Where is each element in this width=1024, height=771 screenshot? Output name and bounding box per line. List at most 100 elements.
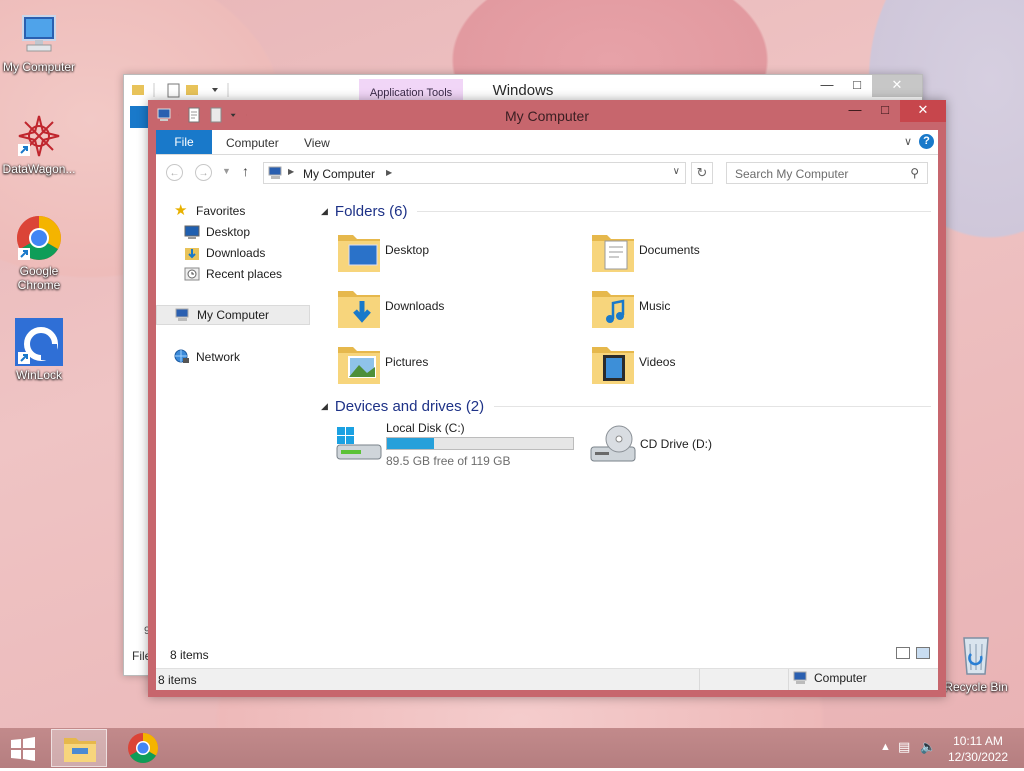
folder-videos[interactable]: Videos bbox=[589, 339, 829, 391]
folder-label: Pictures bbox=[385, 355, 429, 369]
content-pane: ◢ Folders (6) Desktop Documents Download… bbox=[321, 191, 933, 641]
file-explorer-icon bbox=[64, 738, 96, 762]
start-button[interactable] bbox=[8, 736, 38, 762]
nav-label: Recent places bbox=[206, 267, 283, 281]
group-title: Devices and drives (2) bbox=[334, 397, 485, 415]
back-button[interactable]: ← bbox=[166, 164, 183, 181]
address-dropdown-icon[interactable]: ∨ bbox=[673, 166, 680, 177]
forward-button[interactable]: → bbox=[195, 164, 212, 181]
clock[interactable]: 10:11 AM 12/30/2022 bbox=[948, 733, 1008, 765]
desktop-icon-label: WinLock bbox=[15, 368, 62, 382]
folders-group-header[interactable]: ◢ Folders (6) bbox=[321, 201, 931, 221]
tab-computer[interactable]: Computer bbox=[226, 130, 279, 154]
minimize-button[interactable]: — bbox=[812, 75, 842, 97]
desktop-icon-label: My Computer bbox=[2, 60, 76, 74]
close-button[interactable]: ✕ bbox=[872, 75, 922, 97]
nav-network[interactable]: Network bbox=[174, 347, 240, 367]
breadcrumb-arrow-icon[interactable]: ▶ bbox=[386, 168, 392, 177]
drives-group-header[interactable]: ◢ Devices and drives (2) bbox=[321, 396, 931, 416]
star-icon: ★ bbox=[174, 202, 188, 219]
breadcrumb-my-computer[interactable]: My Computer bbox=[303, 167, 375, 181]
drive-local-disk-c[interactable]: Local Disk (C:) 89.5 GB free of 119 GB bbox=[335, 421, 595, 471]
nav-desktop[interactable]: Desktop bbox=[184, 222, 250, 242]
minimize-button[interactable]: — bbox=[840, 100, 870, 122]
nav-label: Downloads bbox=[206, 246, 266, 260]
maximize-button[interactable]: □ bbox=[870, 100, 900, 122]
desktop-icon-my-computer[interactable]: My Computer bbox=[0, 10, 78, 74]
address-bar[interactable]: ▶ My Computer ▶ ∨ bbox=[263, 162, 686, 184]
expand-ribbon-icon[interactable]: ∨ bbox=[904, 135, 912, 148]
folder-documents[interactable]: Documents bbox=[589, 227, 829, 279]
collapse-icon[interactable]: ◢ bbox=[321, 206, 328, 217]
nav-recent-places[interactable]: Recent places bbox=[184, 264, 282, 284]
nav-downloads[interactable]: Downloads bbox=[184, 243, 265, 263]
taskbar-file-explorer[interactable] bbox=[51, 729, 107, 767]
volume-icon[interactable]: 🔈 bbox=[920, 739, 936, 755]
folder-downloads[interactable]: Downloads bbox=[335, 283, 575, 335]
nav-favorites[interactable]: ★ Favorites bbox=[174, 201, 245, 221]
nav-my-computer[interactable]: My Computer bbox=[156, 305, 310, 325]
desktop-icon-recycle-bin[interactable]: Recycle Bin bbox=[937, 630, 1015, 694]
desktop-icon-winlock[interactable]: WinLock bbox=[0, 318, 78, 382]
network-icon bbox=[174, 349, 189, 363]
maximize-button[interactable]: □ bbox=[842, 75, 872, 97]
help-button[interactable]: ? bbox=[919, 134, 934, 149]
folder-desktop[interactable]: Desktop bbox=[335, 227, 575, 279]
zone-label: Computer bbox=[814, 671, 867, 685]
close-button[interactable]: ✕ bbox=[900, 100, 946, 122]
breadcrumb-arrow-icon[interactable]: ▶ bbox=[288, 167, 294, 176]
computer-small-icon bbox=[268, 166, 282, 179]
nav-label: Network bbox=[196, 350, 241, 364]
system-tray: ▲ ▤ 🔈 10:11 AM 12/30/2022 bbox=[864, 728, 1024, 768]
recent-locations-icon[interactable]: ▼ bbox=[222, 166, 231, 176]
folder-music[interactable]: Music bbox=[589, 283, 829, 335]
window-body: File Computer View ∨ ? ← → ▼ ↑ ▶ My Comp… bbox=[156, 130, 938, 690]
tab-view[interactable]: View bbox=[304, 130, 330, 154]
documents-folder-icon bbox=[592, 235, 634, 272]
desktop-icon-label: DataWagon... bbox=[2, 162, 76, 176]
group-title: Folders (6) bbox=[334, 202, 408, 220]
search-icon[interactable]: ⚲ bbox=[910, 166, 919, 180]
desktop-folder-icon bbox=[338, 235, 380, 272]
music-folder-icon bbox=[592, 291, 634, 328]
folder-label: Downloads bbox=[385, 299, 445, 313]
ribbon-tabs: File Computer View ∨ ? bbox=[156, 130, 938, 155]
window-title: My Computer bbox=[504, 108, 590, 124]
drive-cd-d[interactable]: CD Drive (D:) bbox=[589, 421, 789, 471]
folder-label: Documents bbox=[639, 243, 700, 257]
clock-time: 10:11 AM bbox=[953, 734, 1003, 748]
desktop-icon-label: Recycle Bin bbox=[944, 680, 1008, 694]
clock-date: 12/30/2022 bbox=[947, 750, 1008, 764]
nav-label: Favorites bbox=[196, 204, 246, 218]
chrome-icon bbox=[17, 216, 61, 260]
details-view-icon[interactable] bbox=[896, 647, 910, 659]
drive-name: Local Disk (C:) bbox=[386, 421, 465, 435]
up-button[interactable]: ↑ bbox=[242, 163, 249, 179]
file-tab[interactable]: File bbox=[156, 130, 212, 154]
my-computer-window[interactable]: My Computer — □ ✕ File Computer View ∨ ?… bbox=[148, 100, 946, 697]
refresh-button[interactable]: ↻ bbox=[691, 162, 713, 184]
collapse-icon[interactable]: ◢ bbox=[321, 401, 328, 412]
lower-status-bar: 8 items Computer bbox=[156, 668, 938, 690]
show-hidden-icons-icon[interactable]: ▲ bbox=[880, 741, 891, 753]
desktop-icon-chrome[interactable]: Google Chrome bbox=[0, 214, 78, 292]
taskbar-chrome[interactable] bbox=[115, 729, 171, 767]
window-titlebar[interactable]: My Computer — □ ✕ bbox=[148, 100, 946, 130]
navigation-bar: ← → ▼ ↑ ▶ My Computer ▶ ∨ ↻ Search My Co… bbox=[156, 155, 938, 191]
desktop-icon-datawagon[interactable]: DataWagon... bbox=[0, 112, 78, 176]
pictures-folder-icon bbox=[338, 347, 380, 384]
winlock-icon bbox=[15, 318, 63, 366]
search-input[interactable]: Search My Computer ⚲ bbox=[726, 162, 928, 184]
nav-label: My Computer bbox=[197, 308, 270, 322]
chrome-icon bbox=[128, 733, 159, 764]
status-bar: 8 items bbox=[156, 643, 938, 667]
folder-pictures[interactable]: Pictures bbox=[335, 339, 575, 391]
computer-icon bbox=[22, 15, 56, 52]
downloads-icon bbox=[185, 248, 199, 260]
nav-label: Desktop bbox=[206, 225, 251, 239]
network-tray-icon[interactable]: ▤ bbox=[898, 739, 910, 755]
drive-capacity-bar bbox=[386, 437, 574, 450]
computer-small-icon bbox=[793, 671, 807, 684]
desktop-icon-label: Google Chrome bbox=[17, 264, 61, 292]
large-icons-view-icon[interactable] bbox=[916, 647, 930, 659]
